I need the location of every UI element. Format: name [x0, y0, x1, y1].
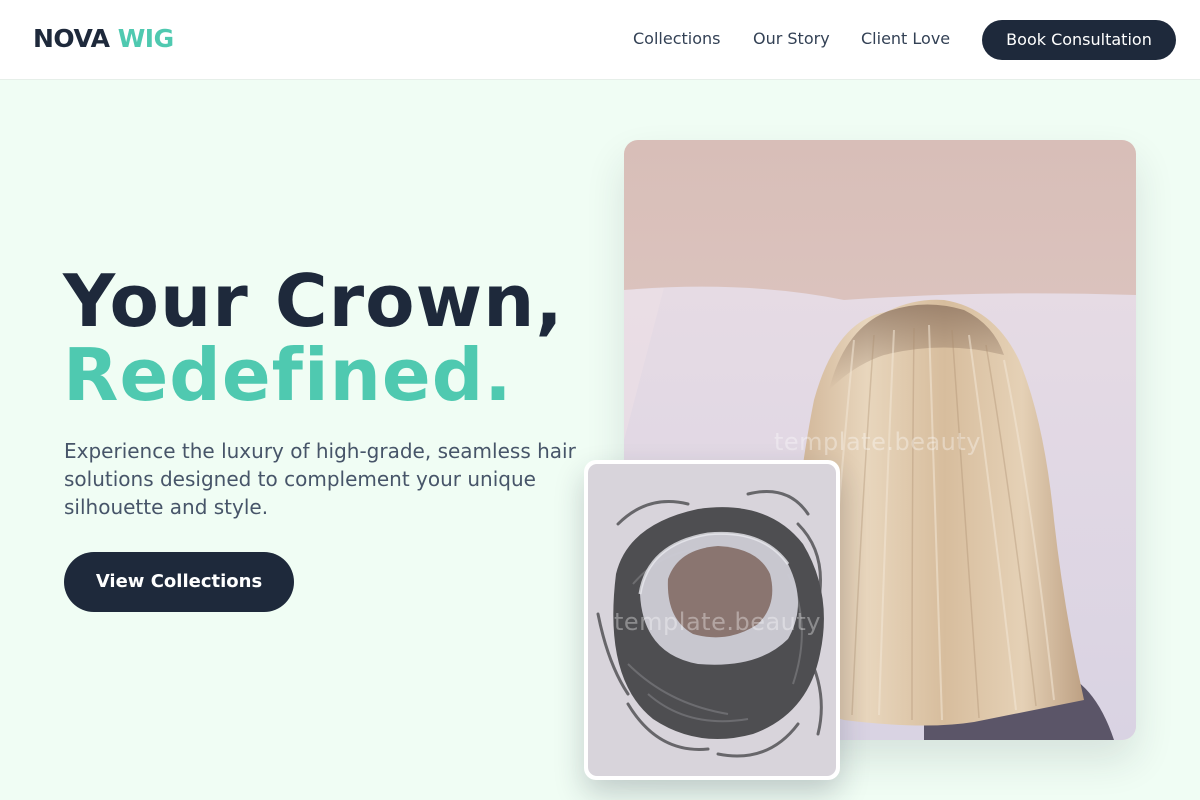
brand-logo[interactable]: NOVA WIG [33, 24, 174, 54]
nav-link-collections[interactable]: Collections [633, 29, 720, 49]
inset-image-hair-system: template.beauty [584, 460, 840, 780]
view-collections-button[interactable]: View Collections [64, 552, 294, 612]
hero-title-line2: Redefined. [63, 333, 513, 417]
brand-name-accent: WIG [117, 24, 174, 53]
hero-title: Your Crown, Redefined. [63, 264, 564, 412]
brand-name-primary: NOVA [33, 24, 110, 53]
hero-subtitle: Experience the luxury of high-grade, sea… [64, 439, 576, 519]
nav-link-our-story[interactable]: Our Story [753, 29, 830, 49]
nav-link-client-love[interactable]: Client Love [861, 29, 950, 49]
navbar: NOVA WIG Collections Our Story Client Lo… [0, 0, 1200, 80]
hero-title-line1: Your Crown, [63, 259, 564, 343]
book-consultation-button[interactable]: Book Consultation [982, 20, 1176, 60]
